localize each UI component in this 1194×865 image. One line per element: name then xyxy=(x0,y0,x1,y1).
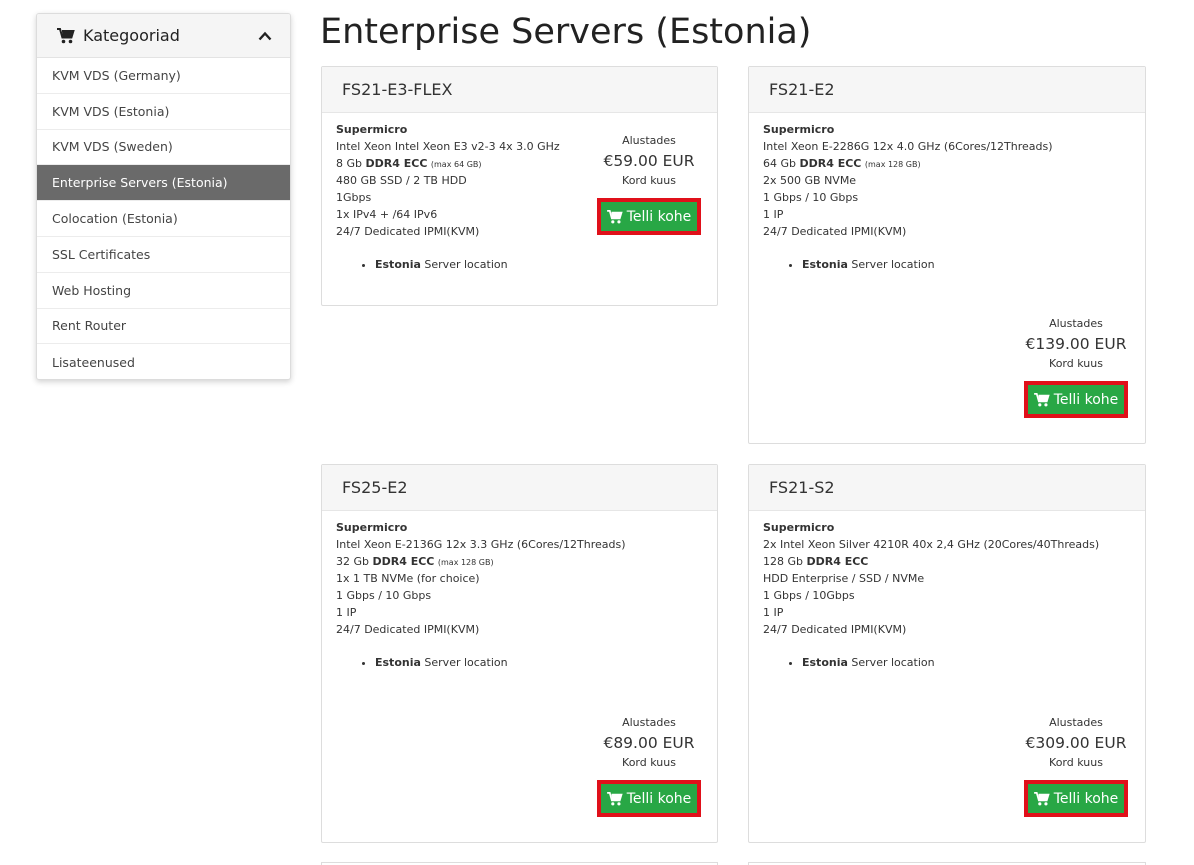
product-specs: Supermicro Intel Xeon Intel Xeon E3 v2-3… xyxy=(322,113,717,282)
chevron-up-icon[interactable] xyxy=(258,31,272,41)
product-features: Estonia Server location xyxy=(763,257,1131,274)
cart-icon xyxy=(1033,392,1050,406)
product-card: FS21-S2 Supermicro 2x Intel Xeon Silver … xyxy=(748,464,1146,843)
order-now-label: Telli kohe xyxy=(626,208,692,225)
price-box: Alustades €89.00 EUR Kord kuus Telli koh… xyxy=(597,716,701,817)
price-from-label: Alustades xyxy=(622,716,676,729)
sidebar-item-label: Lisateenused xyxy=(52,354,135,370)
product-location: Estonia Server location xyxy=(802,257,1131,274)
billing-period: Kord kuus xyxy=(1049,756,1103,769)
product-ip: 1 IP xyxy=(763,605,784,619)
product-specs: Supermicro 2x Intel Xeon Silver 4210R 40… xyxy=(749,511,1145,680)
product-brand: Supermicro xyxy=(763,123,835,136)
order-now-button[interactable]: Telli kohe xyxy=(597,198,701,235)
product-support: 24/7 Dedicated IPMI(KVM) xyxy=(336,622,480,636)
product-storage: 2x 500 GB NVMe xyxy=(763,174,857,188)
product-ram: 128 Gb DDR4 ECC xyxy=(763,554,869,568)
product-name: FS21-E3-FLEX xyxy=(322,67,717,113)
product-ram: 64 Gb DDR4 ECC (max 128 GB) xyxy=(763,156,921,170)
product-specs: Supermicro Intel Xeon E-2136G 12x 3.3 GH… xyxy=(322,511,717,680)
price-box: Alustades €139.00 EUR Kord kuus Telli ko… xyxy=(1024,317,1128,418)
cart-icon xyxy=(1033,791,1050,805)
billing-period: Kord kuus xyxy=(622,756,676,769)
product-name: FS21-S2 xyxy=(749,465,1145,511)
product-ip: 1 IP xyxy=(336,605,357,619)
product-card: FS21-E3-FLEX Supermicro Intel Xeon Intel… xyxy=(321,66,718,306)
sidebar-item-label: Enterprise Servers (Estonia) xyxy=(52,175,228,191)
product-support: 24/7 Dedicated IPMI(KVM) xyxy=(763,224,907,238)
product-brand: Supermicro xyxy=(336,521,408,534)
sidebar-item-web-hosting[interactable]: Web Hosting xyxy=(37,273,290,309)
sidebar-item-label: KVM VDS (Germany) xyxy=(52,67,181,83)
sidebar-item-label: SSL Certificates xyxy=(52,246,151,262)
product-network: 1 Gbps / 10Gbps xyxy=(763,589,855,603)
product-card: FS25-E2 Supermicro Intel Xeon E-2136G 12… xyxy=(321,464,718,843)
product-network: 1 Gbps / 10 Gbps xyxy=(336,589,432,603)
product-features: Estonia Server location xyxy=(336,655,703,672)
product-specs: Supermicro Intel Xeon E-2286G 12x 4.0 GH… xyxy=(749,113,1145,282)
sidebar-item-label: Rent Router xyxy=(52,318,127,334)
product-brand: Supermicro xyxy=(763,521,835,534)
sidebar-item-kvm-sweden[interactable]: KVM VDS (Sweden) xyxy=(37,130,290,166)
price-amount: €59.00 EUR xyxy=(603,152,695,170)
sidebar-title: Kategooriad xyxy=(83,26,180,45)
price-from-label: Alustades xyxy=(622,134,676,147)
product-features: Estonia Server location xyxy=(763,655,1131,672)
product-support: 24/7 Dedicated IPMI(KVM) xyxy=(763,622,907,636)
sidebar-item-enterprise-servers[interactable]: Enterprise Servers (Estonia) xyxy=(37,165,290,202)
price-amount: €89.00 EUR xyxy=(603,734,695,752)
page-title: Enterprise Servers (Estonia) xyxy=(320,12,812,52)
sidebar-header[interactable]: Kategooriad xyxy=(37,14,290,58)
cart-icon xyxy=(606,209,623,223)
order-now-button[interactable]: Telli kohe xyxy=(597,780,701,817)
billing-period: Kord kuus xyxy=(1049,357,1103,370)
sidebar-item-label: Colocation (Estonia) xyxy=(52,211,178,227)
product-features: Estonia Server location xyxy=(336,257,703,274)
order-now-label: Telli kohe xyxy=(626,790,692,807)
product-name: FS21-E2 xyxy=(749,67,1145,113)
product-cpu: Intel Xeon E-2286G 12x 4.0 GHz (6Cores/1… xyxy=(763,139,1053,153)
product-ip: 1 IP xyxy=(763,207,784,221)
sidebar-item-ssl-certificates[interactable]: SSL Certificates xyxy=(37,237,290,273)
sidebar-item-kvm-estonia[interactable]: KVM VDS (Estonia) xyxy=(37,94,290,130)
sidebar-item-rent-router[interactable]: Rent Router xyxy=(37,309,290,345)
product-card: FS21-E2 Supermicro Intel Xeon E-2286G 12… xyxy=(748,66,1146,444)
sidebar-item-label: KVM VDS (Estonia) xyxy=(52,103,170,119)
order-now-label: Telli kohe xyxy=(1053,391,1119,408)
price-box: Alustades €59.00 EUR Kord kuus Telli koh… xyxy=(597,134,701,235)
sidebar-item-label: KVM VDS (Sweden) xyxy=(52,139,173,155)
product-storage: 1x 1 TB NVMe (for choice) xyxy=(336,572,480,586)
price-from-label: Alustades xyxy=(1049,716,1103,729)
product-location: Estonia Server location xyxy=(375,257,703,274)
order-now-button[interactable]: Telli kohe xyxy=(1024,381,1128,418)
product-location: Estonia Server location xyxy=(802,655,1131,672)
price-from-label: Alustades xyxy=(1049,317,1103,330)
product-name: FS25-E2 xyxy=(322,465,717,511)
sidebar-item-lisateenused[interactable]: Lisateenused xyxy=(37,344,290,379)
product-ram: 32 Gb DDR4 ECC (max 128 GB) xyxy=(336,554,494,568)
product-cpu: Intel Xeon E-2136G 12x 3.3 GHz (6Cores/1… xyxy=(336,537,626,551)
sidebar-item-colocation[interactable]: Colocation (Estonia) xyxy=(37,201,290,237)
category-sidebar: Kategooriad KVM VDS (Germany) KVM VDS (E… xyxy=(36,13,291,380)
billing-period: Kord kuus xyxy=(622,174,676,187)
product-storage: HDD Enterprise / SSD / NVMe xyxy=(763,572,925,586)
cart-icon xyxy=(606,791,623,805)
order-now-label: Telli kohe xyxy=(1053,790,1119,807)
order-now-button[interactable]: Telli kohe xyxy=(1024,780,1128,817)
price-amount: €309.00 EUR xyxy=(1025,734,1127,752)
cart-icon xyxy=(57,27,75,43)
product-cpu: 2x Intel Xeon Silver 4210R 40x 2,4 GHz (… xyxy=(763,537,1100,551)
sidebar-item-label: Web Hosting xyxy=(52,282,132,298)
product-network: 1 Gbps / 10 Gbps xyxy=(763,191,859,205)
price-amount: €139.00 EUR xyxy=(1025,335,1127,353)
sidebar-item-kvm-germany[interactable]: KVM VDS (Germany) xyxy=(37,58,290,94)
price-box: Alustades €309.00 EUR Kord kuus Telli ko… xyxy=(1024,716,1128,817)
product-location: Estonia Server location xyxy=(375,655,703,672)
